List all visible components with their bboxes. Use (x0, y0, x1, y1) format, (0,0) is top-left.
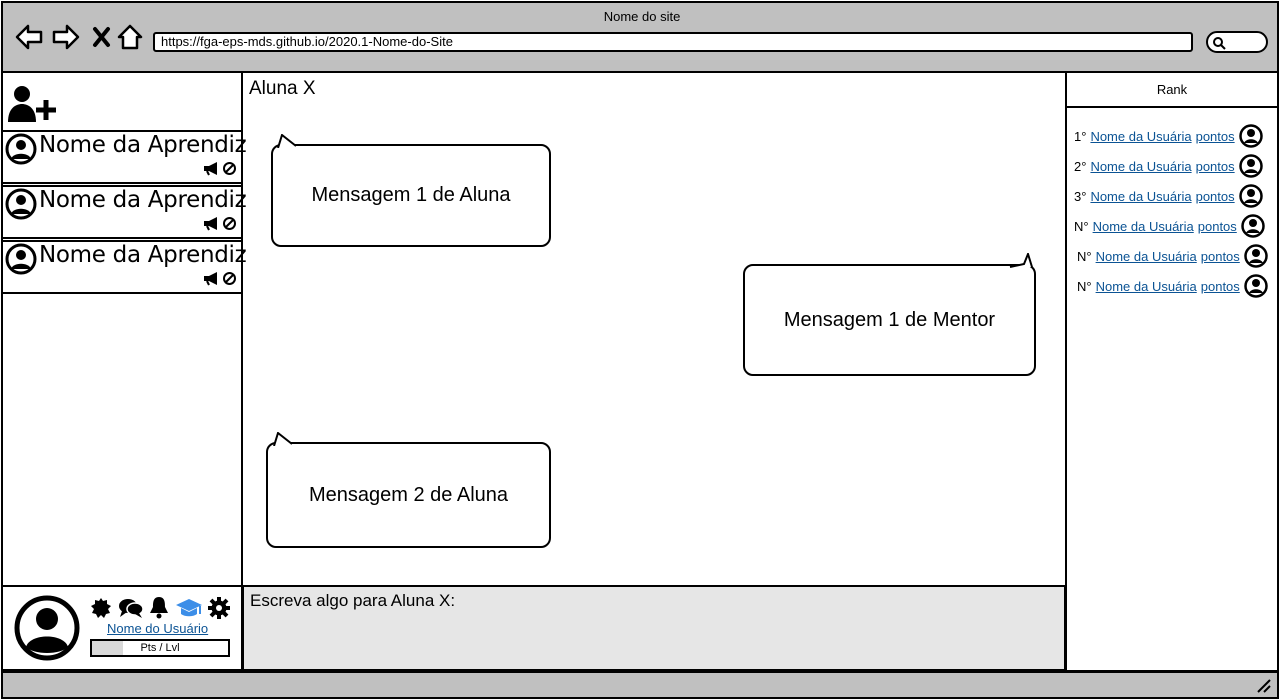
rank-user-link[interactable]: Nome da Usuária (1090, 189, 1191, 204)
student-card[interactable]: Nome da Aprendiz (1, 185, 247, 239)
rank-title: Rank (1065, 72, 1279, 108)
back-icon[interactable] (14, 22, 44, 52)
rank-points-link[interactable]: pontos (1198, 219, 1237, 234)
rank-points-link[interactable]: pontos (1196, 129, 1235, 144)
rank-row: 3° Nome da Usuária pontos (1074, 184, 1263, 208)
rank-row: 1° Nome da Usuária pontos (1074, 124, 1263, 148)
rank-position: 1° (1074, 128, 1087, 144)
bubble-tail (277, 134, 297, 148)
megaphone-icon[interactable] (203, 161, 220, 176)
avatar-icon (1238, 154, 1263, 178)
resize-grip-icon[interactable] (1256, 678, 1272, 694)
avatar-icon (1241, 214, 1265, 238)
rank-row: 2° Nome da Usuária pontos (1074, 154, 1263, 178)
user-avatar-icon[interactable] (14, 595, 80, 661)
url-bar[interactable]: https://fga-eps-mds.github.io/2020.1-Nom… (153, 32, 1193, 52)
megaphone-icon[interactable] (203, 216, 220, 231)
block-icon[interactable] (222, 161, 237, 176)
site-title: Nome do site (603, 9, 681, 24)
status-bar (1, 671, 1279, 699)
rank-position: N° (1077, 278, 1092, 294)
forward-icon[interactable] (51, 22, 81, 52)
avatar-icon (1238, 184, 1263, 208)
avatar-icon (5, 188, 37, 220)
rank-user-link[interactable]: Nome da Usuária (1093, 219, 1194, 234)
block-icon[interactable] (222, 216, 237, 231)
avatar-icon (5, 243, 37, 275)
message-compose-field[interactable]: Escreva algo para Aluna X: (242, 585, 1066, 671)
compose-label: Escreva algo para Aluna X: (250, 591, 456, 610)
student-card[interactable]: Nome da Aprendiz (1, 240, 247, 294)
megaphone-icon[interactable] (203, 271, 220, 286)
rank-points-link[interactable]: pontos (1196, 189, 1235, 204)
graduation-cap-icon[interactable] (175, 597, 203, 619)
chat-icon[interactable] (118, 597, 144, 619)
search-icon (1213, 37, 1226, 50)
rank-row: N° Nome da Usuária pontos (1077, 274, 1268, 298)
bubble-tail (1009, 253, 1033, 268)
message-text: Mensagem 1 de Aluna (311, 184, 511, 206)
chat-title: Aluna X (249, 78, 316, 99)
rank-row: N° Nome da Usuária pontos (1077, 244, 1268, 268)
rank-position: 2° (1074, 158, 1087, 174)
student-name: Nome da Aprendiz (39, 187, 247, 213)
user-name-link[interactable]: Nome do Usuário (107, 621, 208, 636)
rank-user-link[interactable]: Nome da Usuária (1096, 279, 1197, 294)
rank-position: 3° (1074, 188, 1087, 204)
message-bubble: Mensagem 2 de Aluna (266, 442, 551, 548)
bell-icon[interactable] (148, 595, 170, 619)
search-field[interactable] (1206, 31, 1268, 53)
avatar-icon (5, 133, 37, 165)
rank-position: N° (1074, 218, 1089, 234)
rank-position: N° (1077, 248, 1092, 264)
gear-icon[interactable] (207, 596, 231, 620)
block-icon[interactable] (222, 271, 237, 286)
message-text: Mensagem 1 de Mentor (783, 308, 996, 331)
points-level-label: Pts / Lvl (140, 642, 180, 654)
rank-points-link[interactable]: pontos (1196, 159, 1235, 174)
avatar-icon (1244, 244, 1268, 268)
message-bubble: Mensagem 1 de Aluna (271, 144, 551, 247)
bubble-tail (273, 432, 293, 446)
student-name: Nome da Aprendiz (39, 242, 247, 268)
message-bubble: Mensagem 1 de Mentor (743, 264, 1036, 376)
rank-points-link[interactable]: pontos (1201, 249, 1240, 264)
home-icon[interactable] (115, 22, 145, 52)
rank-user-link[interactable]: Nome da Usuária (1090, 159, 1191, 174)
rank-row: N° Nome da Usuária pontos (1074, 214, 1265, 238)
rank-points-link[interactable]: pontos (1201, 279, 1240, 294)
points-level-bar: Pts / Lvl (90, 639, 230, 657)
close-icon[interactable] (88, 22, 118, 52)
message-text: Mensagem 2 de Aluna (308, 483, 509, 506)
avatar-icon (1244, 274, 1268, 298)
student-name: Nome da Aprendiz (39, 132, 247, 158)
rank-user-link[interactable]: Nome da Usuária (1090, 129, 1191, 144)
avatar-icon (1238, 124, 1263, 148)
add-user-icon[interactable] (6, 84, 58, 124)
student-card[interactable]: Nome da Aprendiz (1, 130, 247, 184)
rank-user-link[interactable]: Nome da Usuária (1096, 249, 1197, 264)
badge-icon[interactable] (90, 597, 112, 619)
